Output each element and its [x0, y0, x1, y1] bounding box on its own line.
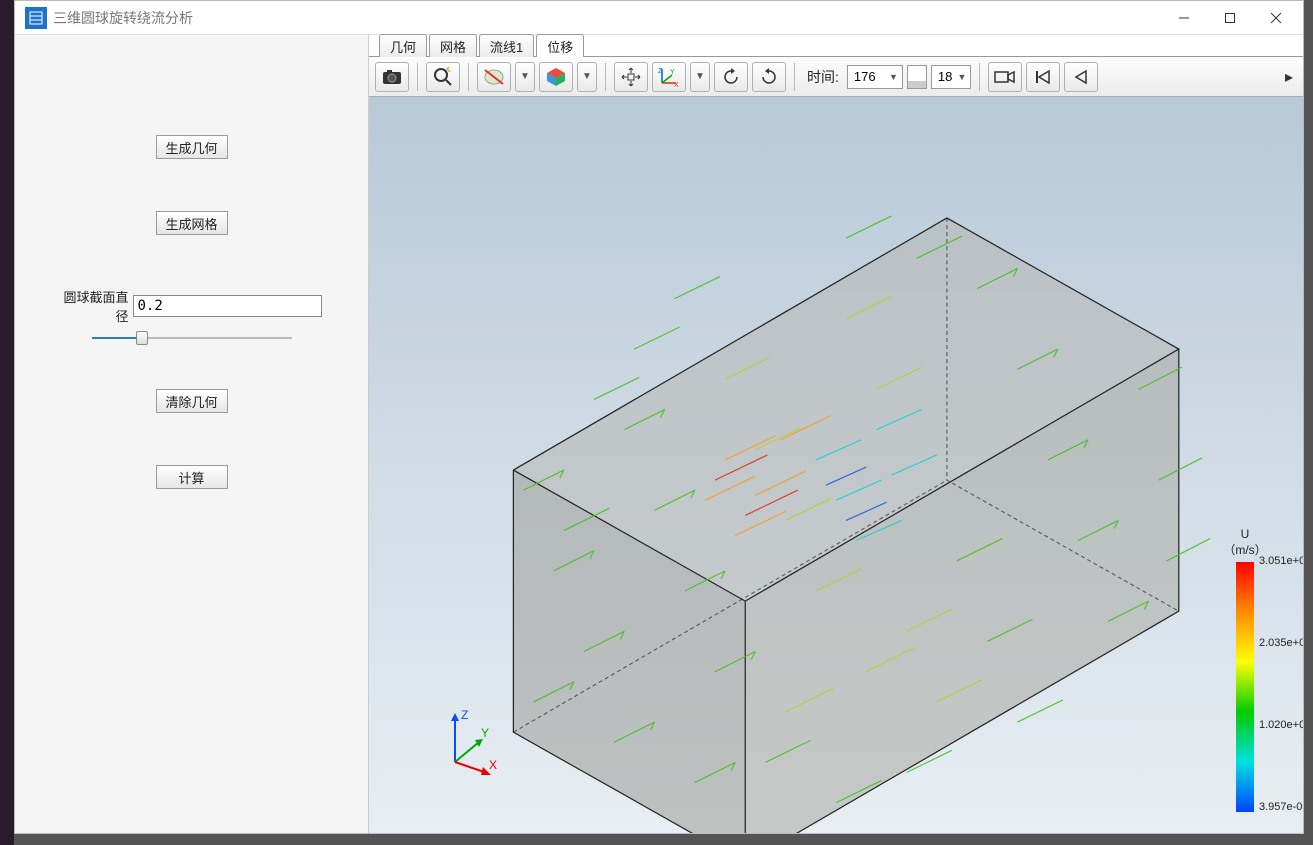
- app-icon: [25, 7, 47, 29]
- axis-orient-dropdown[interactable]: ▼: [690, 62, 710, 92]
- legend-max: 3.051e+00: [1259, 555, 1303, 567]
- window-title: 三维圆球旋转绕流分析: [53, 8, 193, 28]
- first-frame-button[interactable]: [1026, 62, 1060, 92]
- time-select[interactable]: 176: [847, 65, 903, 89]
- 3d-viewport[interactable]: Z Y X U （m/s） 3.051e+00 2.03: [369, 97, 1303, 833]
- slider-thumb[interactable]: [136, 331, 148, 345]
- slice-dropdown[interactable]: ▼: [515, 62, 535, 92]
- legend-min: 3.957e-03: [1259, 801, 1303, 813]
- diameter-slider[interactable]: [92, 329, 292, 347]
- diameter-field-row: 圆球截面直径: [62, 287, 322, 325]
- generate-mesh-button[interactable]: 生成网格: [156, 211, 228, 235]
- colormap-dropdown[interactable]: ▼: [577, 62, 597, 92]
- screenshot-button[interactable]: [375, 62, 409, 92]
- diameter-label: 圆球截面直径: [62, 287, 129, 325]
- calculate-button[interactable]: 计算: [156, 465, 228, 489]
- main-window: 三维圆球旋转绕流分析 生成几何 生成网格 圆球截面直径 清除几何 计算: [14, 0, 1304, 834]
- svg-text:Y: Y: [481, 726, 489, 740]
- view-toolbar: ▼ ▼ Z X Y ▼: [369, 57, 1303, 97]
- pan-button[interactable]: [614, 62, 648, 92]
- time-label: 时间:: [807, 67, 839, 87]
- control-panel: 生成几何 生成网格 圆球截面直径 清除几何 计算: [15, 35, 369, 833]
- svg-text:Z: Z: [461, 708, 468, 722]
- partial-parent-window: [0, 0, 14, 845]
- titlebar: 三维圆球旋转绕流分析: [15, 1, 1303, 35]
- generate-geometry-button[interactable]: 生成几何: [156, 135, 228, 159]
- view-area: 几何 网格 流线1 位移 ▼: [369, 35, 1303, 833]
- colormap-button[interactable]: [539, 62, 573, 92]
- zoom-button[interactable]: [426, 62, 460, 92]
- time-progress[interactable]: [907, 65, 927, 89]
- svg-text:Y: Y: [670, 69, 675, 76]
- diameter-input[interactable]: [133, 295, 322, 317]
- tab-displacement[interactable]: 位移: [536, 34, 584, 57]
- clear-geometry-button[interactable]: 清除几何: [156, 389, 228, 413]
- svg-text:X: X: [489, 758, 497, 772]
- legend-colorbar: [1236, 562, 1254, 812]
- axis-orient-button[interactable]: Z X Y: [652, 62, 686, 92]
- frame-select[interactable]: 18: [931, 65, 971, 89]
- axis-triad: Z Y X: [435, 707, 505, 777]
- rotate-cw-button[interactable]: [752, 62, 786, 92]
- record-button[interactable]: [988, 62, 1022, 92]
- legend-mid2: 1.020e+00: [1259, 719, 1303, 731]
- minimize-button[interactable]: [1161, 3, 1207, 33]
- close-button[interactable]: [1253, 3, 1299, 33]
- rotate-ccw-button[interactable]: [714, 62, 748, 92]
- svg-text:Z: Z: [658, 68, 663, 75]
- slice-button[interactable]: [477, 62, 511, 92]
- tab-streamline[interactable]: 流线1: [479, 34, 534, 57]
- toolbar-overflow-icon[interactable]: ▸: [1281, 62, 1297, 92]
- legend-title: U: [1205, 527, 1285, 541]
- view-tabs: 几何 网格 流线1 位移: [369, 35, 1303, 57]
- legend-mid1: 2.035e+00: [1259, 637, 1303, 649]
- color-legend: U （m/s） 3.051e+00 2.035e+00 1.020e+00 3.…: [1205, 527, 1285, 816]
- tab-geometry[interactable]: 几何: [379, 34, 427, 57]
- tab-mesh[interactable]: 网格: [429, 34, 477, 57]
- prev-frame-button[interactable]: [1064, 62, 1098, 92]
- maximize-button[interactable]: [1207, 3, 1253, 33]
- svg-text:X: X: [674, 82, 679, 87]
